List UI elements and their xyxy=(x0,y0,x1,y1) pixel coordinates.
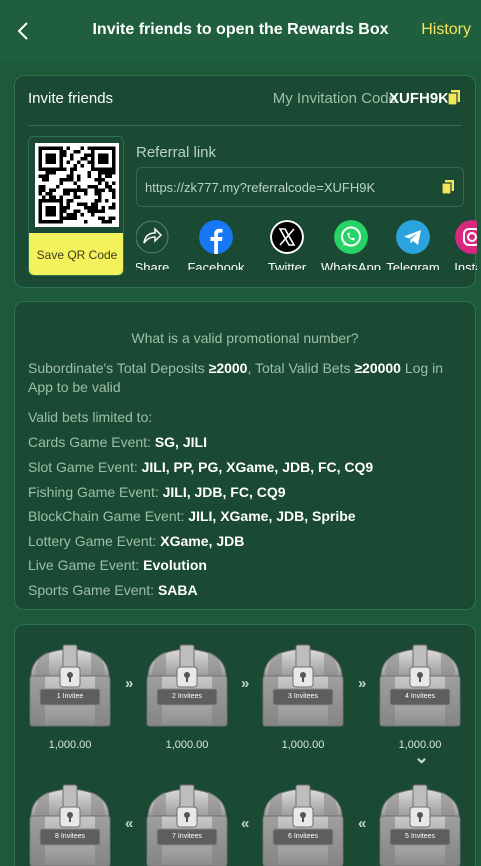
chest-label: 5 Invitees xyxy=(405,833,435,840)
qr-code-image xyxy=(29,137,123,233)
arrow-left-icon: « xyxy=(358,815,367,832)
req-bets: ≥20000 xyxy=(354,360,401,376)
chest-label: 6 Invitees xyxy=(288,833,318,840)
reward-chest[interactable]: 8 Invitees xyxy=(27,783,113,866)
req-mid: , Total Valid Bets xyxy=(247,360,351,376)
chest-amount: 1,000.00 xyxy=(165,739,209,751)
event-row: BlockChain Game Event: JILI, XGame, JDB,… xyxy=(28,508,356,524)
event-name: BlockChain Game Event: xyxy=(28,508,185,524)
referral-url: https://zk777.my?referralcode=XUFH9K xyxy=(145,180,376,195)
invitation-code-label: My Invitation Code xyxy=(272,90,397,107)
req-prefix: Subordinate's Total Deposits xyxy=(28,360,205,376)
chest-amount: 1,000.00 xyxy=(281,739,325,751)
facebook-label: Facebook xyxy=(187,260,245,270)
chest-label: 2 Invitees xyxy=(172,693,202,700)
share-arrow-icon xyxy=(136,220,169,254)
rules-card: What is a valid promotional number? Subo… xyxy=(14,301,476,610)
event-row: Slot Game Event: JILI, PP, PG, XGame, JD… xyxy=(28,459,373,475)
copy-code-icon[interactable] xyxy=(447,89,461,106)
event-name: Fishing Game Event: xyxy=(28,484,159,500)
qr-box: Save QR Code xyxy=(28,136,124,276)
facebook-icon xyxy=(199,220,233,254)
arrow-left-icon: « xyxy=(241,815,250,832)
event-row: Fishing Game Event: JILI, JDB, FC, CQ9 xyxy=(28,484,286,500)
req-suffix: Log in xyxy=(400,360,444,376)
telegram-icon xyxy=(396,220,430,254)
chest-label: 1 Invitee xyxy=(56,693,84,700)
rewards-card: 1 Invitee 1,000.00 » 2 Invitees 1,000.00… xyxy=(14,624,476,866)
event-value: JILI, PP, PG, XGame, JDB, FC, CQ9 xyxy=(141,459,374,475)
header: Invite friends to open the Rewards Box H… xyxy=(0,0,481,62)
arrow-left-icon: « xyxy=(125,815,134,832)
share-row: Share Facebook Twitter WhatsApp Telegram… xyxy=(136,220,477,270)
reward-chest[interactable]: 4 Invitees 1,000.00 xyxy=(377,643,463,751)
telegram-label: Telegram xyxy=(386,260,440,270)
arrow-right-icon: » xyxy=(125,675,134,692)
share-label: Share xyxy=(136,260,170,270)
share-button[interactable]: Share xyxy=(136,220,182,270)
reward-chest[interactable]: 1 Invitee 1,000.00 xyxy=(27,643,113,751)
req-deposit: ≥2000 xyxy=(208,360,248,376)
limited-title: Valid bets limited to: xyxy=(28,409,153,425)
whatsapp-button[interactable]: WhatsApp xyxy=(321,220,381,270)
event-name: Cards Game Event: xyxy=(28,434,151,450)
history-link[interactable]: History xyxy=(421,21,471,39)
event-name: Lottery Game Event: xyxy=(28,533,157,549)
event-value: XGame, JDB xyxy=(160,533,245,549)
arrow-right-icon: » xyxy=(241,675,250,692)
event-value: JILI, JDB, FC, CQ9 xyxy=(162,484,286,500)
rules-question: What is a valid promotional number? xyxy=(131,330,359,346)
whatsapp-label: WhatsApp xyxy=(321,260,381,270)
reward-chest[interactable]: 7 Invitees xyxy=(144,783,230,866)
event-value: Evolution xyxy=(143,557,207,573)
chest-label: 4 Invitees xyxy=(405,693,435,700)
event-value: JILI, XGame, JDB, Spribe xyxy=(188,508,356,524)
event-name: Live Game Event: xyxy=(28,557,140,573)
requirement-line: Subordinate's Total Deposits ≥2000, Tota… xyxy=(28,360,443,376)
chest-label: 3 Invitees xyxy=(288,693,318,700)
twitter-x-icon xyxy=(270,220,304,254)
instagram-label: Instag xyxy=(454,260,477,270)
chest-label: 7 Invitees xyxy=(172,833,202,840)
referral-link-field[interactable]: https://zk777.my?referralcode=XUFH9K xyxy=(136,167,464,207)
twitter-label: Twitter xyxy=(267,260,307,270)
arrow-right-icon: » xyxy=(358,675,367,692)
event-name: Slot Game Event: xyxy=(28,459,138,475)
invitation-code: XUFH9K xyxy=(388,90,449,107)
invite-card: Invite friends My Invitation Code XUFH9K… xyxy=(14,75,477,288)
copy-link-icon[interactable] xyxy=(441,179,455,195)
event-row: Sports Game Event: SABA xyxy=(28,582,198,598)
event-row: Cards Game Event: SG, JILI xyxy=(28,434,207,450)
arrow-down-icon: ⌄ xyxy=(414,747,430,767)
event-row: Live Game Event: Evolution xyxy=(28,557,207,573)
instagram-icon xyxy=(455,220,477,254)
whatsapp-icon xyxy=(334,220,368,254)
chest-amount: 1,000.00 xyxy=(48,739,92,751)
event-name: Sports Game Event: xyxy=(28,582,155,598)
event-value: SABA xyxy=(157,582,198,598)
page-title: Invite friends to open the Rewards Box xyxy=(92,21,389,38)
referral-label: Referral link xyxy=(136,144,217,161)
requirement-line-2: App to be valid xyxy=(28,379,121,395)
reward-chest[interactable]: 2 Invitees 1,000.00 xyxy=(144,643,230,751)
twitter-button[interactable]: Twitter xyxy=(257,220,317,270)
event-value: SG, JILI xyxy=(154,434,207,450)
invite-title: Invite friends xyxy=(28,90,114,107)
reward-chest[interactable]: 3 Invitees 1,000.00 xyxy=(260,643,346,751)
chest-label: 8 Invitees xyxy=(55,833,85,840)
facebook-button[interactable]: Facebook xyxy=(186,220,246,270)
reward-chest[interactable]: 5 Invitees xyxy=(377,783,463,866)
divider xyxy=(28,125,462,126)
telegram-button[interactable]: Telegram xyxy=(383,220,443,270)
reward-chest[interactable]: 6 Invitees xyxy=(260,783,346,866)
event-row: Lottery Game Event: XGame, JDB xyxy=(28,533,244,549)
save-qr-button[interactable]: Save QR Code xyxy=(29,233,123,275)
instagram-button[interactable]: Instag xyxy=(442,220,477,270)
